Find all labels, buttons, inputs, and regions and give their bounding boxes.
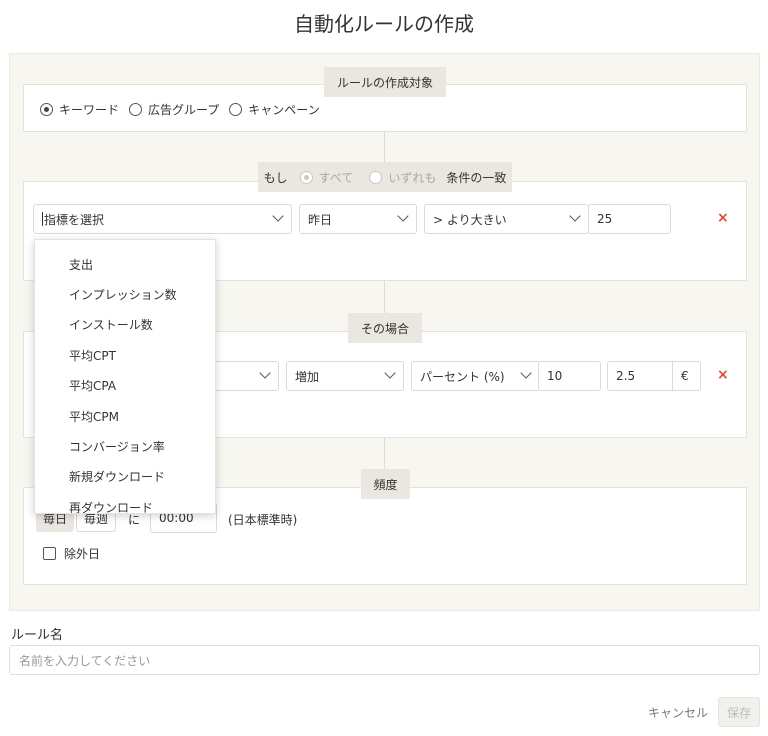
radio-checked-icon[interactable] xyxy=(40,103,53,116)
delete-action-icon[interactable]: × xyxy=(717,367,729,383)
connector-line xyxy=(384,438,385,472)
connector-line xyxy=(384,281,385,314)
change-select[interactable]: 増加 xyxy=(286,361,404,391)
radio-icon[interactable] xyxy=(229,103,243,116)
dropdown-option[interactable]: 新規ダウンロード xyxy=(35,462,215,492)
connector-line xyxy=(384,132,385,164)
operator-select[interactable]: > より大きい xyxy=(424,204,589,234)
chevron-down-icon xyxy=(569,210,581,222)
target-radio-group: キーワード 広告グループ キャンペーン xyxy=(40,101,330,118)
dropdown-option[interactable]: インストール数 xyxy=(35,310,215,340)
metric-select[interactable]: 指標を選択 xyxy=(33,204,292,234)
cancel-button[interactable]: キャンセル xyxy=(640,697,716,727)
checkbox-icon[interactable] xyxy=(43,547,56,560)
condition-option-all: すべて xyxy=(318,170,354,185)
radio-disabled-icon xyxy=(369,170,383,184)
delete-condition-icon[interactable]: × xyxy=(717,210,729,226)
dropdown-option[interactable]: インプレッション数 xyxy=(35,279,215,309)
rule-name-input[interactable]: 名前を入力してください xyxy=(9,645,760,675)
condition-prefix: もし xyxy=(263,170,288,185)
exclude-days-option[interactable]: 除外日 xyxy=(43,545,100,562)
dropdown-option[interactable]: 平均CPT xyxy=(35,340,215,370)
frequency-section-label: 頻度 xyxy=(361,469,410,499)
action-section-label: その場合 xyxy=(348,313,422,343)
metric-dropdown-menu: 支出 インプレッション数 インストール数 平均CPT 平均CPA 平均CPM コ… xyxy=(34,239,216,514)
threshold-input[interactable]: 25 xyxy=(588,204,671,234)
radio-icon[interactable] xyxy=(129,103,143,116)
target-option-keyword[interactable]: キーワード xyxy=(40,101,119,118)
chevron-down-icon xyxy=(397,210,409,222)
chevron-down-icon xyxy=(259,367,271,379)
target-section-label: ルールの作成対象 xyxy=(324,67,446,97)
timezone-label: (日本標準時) xyxy=(228,513,298,527)
target-option-adgroup[interactable]: 広告グループ xyxy=(129,101,219,118)
page-title: 自動化ルールの作成 xyxy=(294,12,474,36)
save-button[interactable]: 保存 xyxy=(718,697,760,727)
condition-option-any: いずれも xyxy=(388,170,437,185)
chevron-down-icon xyxy=(520,367,532,379)
chevron-down-icon xyxy=(384,367,396,379)
currency-label: € xyxy=(681,369,689,383)
rule-name-placeholder: 名前を入力してください xyxy=(19,653,151,668)
limit-input[interactable]: 2.5 € xyxy=(607,361,701,391)
dropdown-option[interactable]: 支出 xyxy=(35,249,215,279)
unit-select[interactable]: パーセント (%) xyxy=(411,361,540,391)
dropdown-option[interactable]: 平均CPA xyxy=(35,371,215,401)
amount-input[interactable]: 10 xyxy=(538,361,601,391)
chevron-down-icon xyxy=(272,210,284,222)
target-option-campaign[interactable]: キャンペーン xyxy=(229,101,320,118)
radio-disabled-checked-icon xyxy=(299,170,313,184)
period-select[interactable]: 昨日 xyxy=(299,204,417,234)
condition-match-bar: もし すべて いずれも 条件の一致 xyxy=(258,162,512,192)
dropdown-option[interactable]: 平均CPM xyxy=(35,401,215,431)
condition-suffix: 条件の一致 xyxy=(446,170,507,185)
divider xyxy=(672,362,673,390)
dropdown-option[interactable]: 再ダウンロード xyxy=(35,492,215,513)
text-cursor xyxy=(42,212,43,226)
rule-name-label: ルール名 xyxy=(11,628,64,643)
dropdown-option[interactable]: コンバージョン率 xyxy=(35,431,215,461)
